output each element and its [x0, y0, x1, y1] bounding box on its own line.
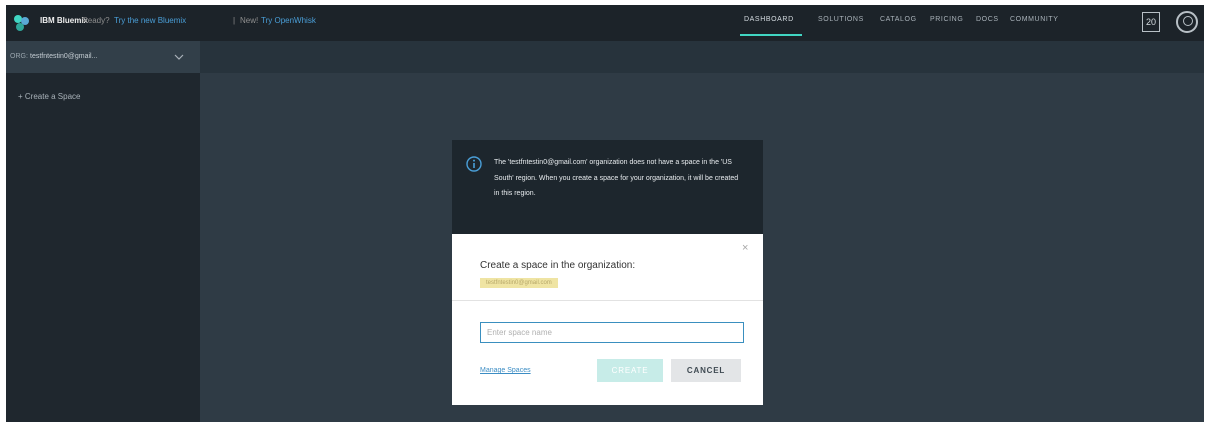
- nav-catalog[interactable]: CATALOG: [880, 16, 917, 23]
- notice-text: The 'testfntestin0@gmail.com' organizati…: [494, 159, 739, 197]
- org-value: testfntestin0@gmail...: [30, 53, 98, 60]
- manage-spaces-link[interactable]: Manage Spaces: [480, 367, 531, 374]
- nav-community[interactable]: COMMUNITY: [1010, 16, 1059, 23]
- create-space-dialog: The 'testfntestin0@gmail.com' organizati…: [452, 140, 763, 405]
- nav-solutions[interactable]: SOLUTIONS: [818, 16, 864, 23]
- chevron-down-icon: [174, 54, 184, 60]
- org-selector[interactable]: ORG: testfntestin0@gmail...: [6, 41, 200, 73]
- create-button[interactable]: CREATE: [597, 359, 663, 382]
- sidebar: + Create a Space: [6, 73, 200, 422]
- brand-name: IBM Bluemix: [40, 16, 89, 25]
- create-space-modal: × Create a space in the organization: te…: [452, 234, 763, 405]
- org-label: ORG:: [10, 53, 28, 60]
- promo-separator: |: [233, 16, 236, 25]
- new-text: New!: [240, 16, 259, 25]
- promo-text: Ready?: [82, 16, 110, 25]
- active-nav-indicator: [740, 34, 802, 36]
- sidebar-item-create-space[interactable]: + Create a Space: [18, 92, 80, 101]
- info-icon: [466, 156, 482, 172]
- bluemix-logo-icon[interactable]: [12, 13, 32, 33]
- org-name-highlight: testfntestin0@gmail.com: [480, 278, 558, 288]
- nav-dashboard[interactable]: DASHBOARD: [744, 16, 794, 23]
- region-notice: The 'testfntestin0@gmail.com' organizati…: [452, 140, 763, 234]
- try-new-bluemix-link[interactable]: Try the new Bluemix: [114, 16, 186, 25]
- org-bar: ORG: testfntestin0@gmail...: [6, 41, 1204, 73]
- app-window: IBM Bluemix Ready? Try the new Bluemix |…: [6, 5, 1204, 422]
- cancel-button[interactable]: CANCEL: [671, 359, 741, 382]
- user-avatar-icon[interactable]: [1176, 11, 1198, 33]
- modal-title: Create a space in the organization:: [480, 260, 636, 271]
- space-name-input[interactable]: [480, 322, 744, 343]
- top-bar: IBM Bluemix Ready? Try the new Bluemix |…: [6, 5, 1204, 41]
- calendar-icon[interactable]: 20: [1142, 12, 1160, 32]
- nav-docs[interactable]: DOCS: [976, 16, 999, 23]
- close-icon[interactable]: ×: [742, 242, 748, 254]
- nav-pricing[interactable]: PRICING: [930, 16, 963, 23]
- divider: [452, 300, 763, 301]
- try-openwhisk-link[interactable]: Try OpenWhisk: [261, 16, 316, 25]
